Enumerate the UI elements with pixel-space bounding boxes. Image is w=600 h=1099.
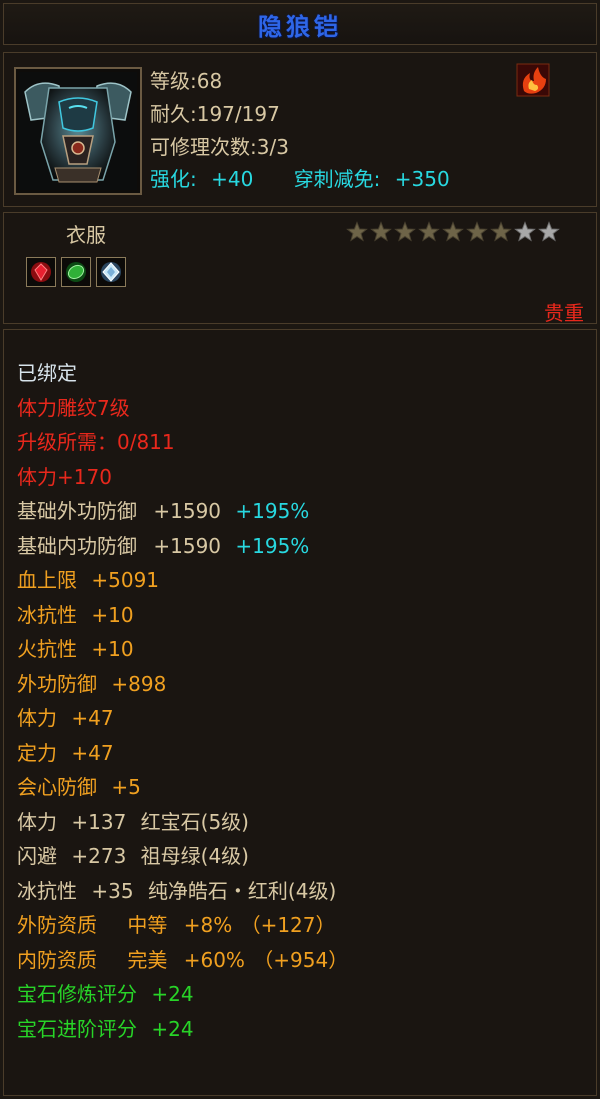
gem-name: 红宝石(5级) <box>140 810 249 834</box>
attr-label: 体力 <box>17 706 57 730</box>
focus-line: 定力 +47 <box>17 737 114 766</box>
attr-value: +10 <box>91 637 134 661</box>
level-text: 等级:68 <box>150 69 223 93</box>
durability-text: 耐久:197/197 <box>150 102 280 126</box>
ruby-gem-icon[interactable] <box>26 257 56 287</box>
armor-chestplate-icon[interactable] <box>14 67 142 195</box>
attr-label: 宝石进阶评分 <box>17 1017 137 1041</box>
attr-label: 体力 <box>17 810 57 834</box>
base-outer-def-line: 基础外功防御 +1590 +195% <box>17 495 309 524</box>
gem-advance-line: 宝石进阶评分 +24 <box>17 1013 194 1042</box>
attr-value: +24 <box>151 982 194 1006</box>
gem-bonus-line-1: 体力 +137 红宝石(5级) <box>17 806 249 835</box>
attr-value: +24 <box>151 1017 194 1041</box>
pierce-label: 穿刺减免: <box>293 167 381 191</box>
stamina-line: 体力 +47 <box>17 702 114 731</box>
crit-def-line: 会心防御 +5 <box>17 771 141 800</box>
attr-label: 血上限 <box>17 568 77 592</box>
enhance-line: 强化: +40 穿刺减免: +350 <box>150 163 450 192</box>
rarity-label: 贵重 <box>544 301 584 325</box>
attr-label: 外功防御 <box>17 672 97 696</box>
attribute-panel: 已绑定 体力雕纹7级 升级所需：0/811 体力+170 基础外功防御 +159… <box>3 329 597 1096</box>
attr-label: 火抗性 <box>17 637 77 661</box>
attr-label: 基础内功防御 <box>17 534 137 558</box>
attr-label: 会心防御 <box>17 775 97 799</box>
quality-extra: （+954） <box>253 948 349 972</box>
gem-socket-row <box>26 257 126 287</box>
attr-value: +5091 <box>91 568 160 592</box>
star-filled-icon <box>466 221 488 242</box>
star-filled-icon <box>418 221 440 242</box>
repair-count-text: 可修理次数:3/3 <box>150 135 289 159</box>
attr-label: 外防资质 <box>17 913 97 937</box>
star-empty-icon <box>538 221 560 242</box>
header-panel: 等级:68 耐久:197/197 可修理次数:3/3 强化: +40 穿刺减免:… <box>3 52 597 207</box>
star-filled-icon <box>394 221 416 242</box>
item-name: 隐狼铠 <box>258 12 342 41</box>
enhance-value: +40 <box>211 167 254 191</box>
gem-name: 纯净皓石・红利(4级) <box>147 879 337 903</box>
star-empty-icon <box>514 221 536 242</box>
outer-def-line: 外功防御 +898 <box>17 668 166 697</box>
quality-grade: 中等 <box>127 913 168 937</box>
star-rating <box>346 221 560 243</box>
attr-percent: +195% <box>235 534 310 558</box>
fire-res-line: 火抗性 +10 <box>17 633 134 662</box>
attr-percent: +195% <box>235 499 310 523</box>
attr-label: 定力 <box>17 741 57 765</box>
gem-refine-line: 宝石修炼评分 +24 <box>17 978 194 1007</box>
quality-extra: （+127） <box>240 913 336 937</box>
attr-value: +47 <box>71 706 114 730</box>
attr-label: 内防资质 <box>17 948 97 972</box>
engrave-level: 体力雕纹7级 <box>17 396 130 420</box>
gem-bonus-line-3: 冰抗性 +35 纯净皓石・红利(4级) <box>17 875 336 904</box>
slot-panel: 衣服 贵重 <box>3 212 597 325</box>
upgrade-requirement: 升级所需：0/811 <box>17 430 175 454</box>
bound-status: 已绑定 <box>17 361 77 385</box>
attr-label: 闪避 <box>17 844 57 868</box>
attr-value: +1590 <box>153 499 222 523</box>
attr-value: +47 <box>71 741 114 765</box>
emerald-gem-icon[interactable] <box>61 257 91 287</box>
star-filled-icon <box>442 221 464 242</box>
title-bar: 隐狼铠 <box>3 3 597 45</box>
flame-badge-icon <box>516 63 550 97</box>
attr-label: 基础外功防御 <box>17 499 137 523</box>
hp-max-line: 血上限 +5091 <box>17 564 159 593</box>
star-filled-icon <box>490 221 512 242</box>
enhance-label: 强化: <box>150 167 197 191</box>
slot-type: 衣服 <box>66 223 106 247</box>
stamina-bonus: 体力+170 <box>17 465 112 489</box>
quality-percent: +8% <box>183 913 233 937</box>
attr-value: +273 <box>71 844 127 868</box>
outer-quality-line: 外防资质 中等 +8% （+127） <box>17 909 336 938</box>
attr-label: 宝石修炼评分 <box>17 982 137 1006</box>
inner-quality-line: 内防资质 完美 +60% （+954） <box>17 944 348 973</box>
attr-value: +35 <box>91 879 134 903</box>
quality-grade: 完美 <box>127 948 168 972</box>
star-filled-icon <box>346 221 368 242</box>
ice-res-line: 冰抗性 +10 <box>17 599 134 628</box>
attr-value: +1590 <box>153 534 222 558</box>
gem-name: 祖母绿(4级) <box>140 844 249 868</box>
attr-value: +137 <box>71 810 127 834</box>
quality-percent: +60% <box>183 948 245 972</box>
base-inner-def-line: 基础内功防御 +1590 +195% <box>17 530 309 559</box>
item-tooltip: 隐狼铠 等级:68 耐久:197/197 可修理次数:3/3 强化: +40 穿… <box>0 0 600 1099</box>
attr-label: 冰抗性 <box>17 603 77 627</box>
attr-value: +5 <box>111 775 141 799</box>
attr-value: +10 <box>91 603 134 627</box>
gem-bonus-line-2: 闪避 +273 祖母绿(4级) <box>17 840 249 869</box>
diamond-gem-icon[interactable] <box>96 257 126 287</box>
attr-label: 冰抗性 <box>17 879 77 903</box>
star-filled-icon <box>370 221 392 242</box>
pierce-value: +350 <box>394 167 450 191</box>
attr-value: +898 <box>111 672 167 696</box>
